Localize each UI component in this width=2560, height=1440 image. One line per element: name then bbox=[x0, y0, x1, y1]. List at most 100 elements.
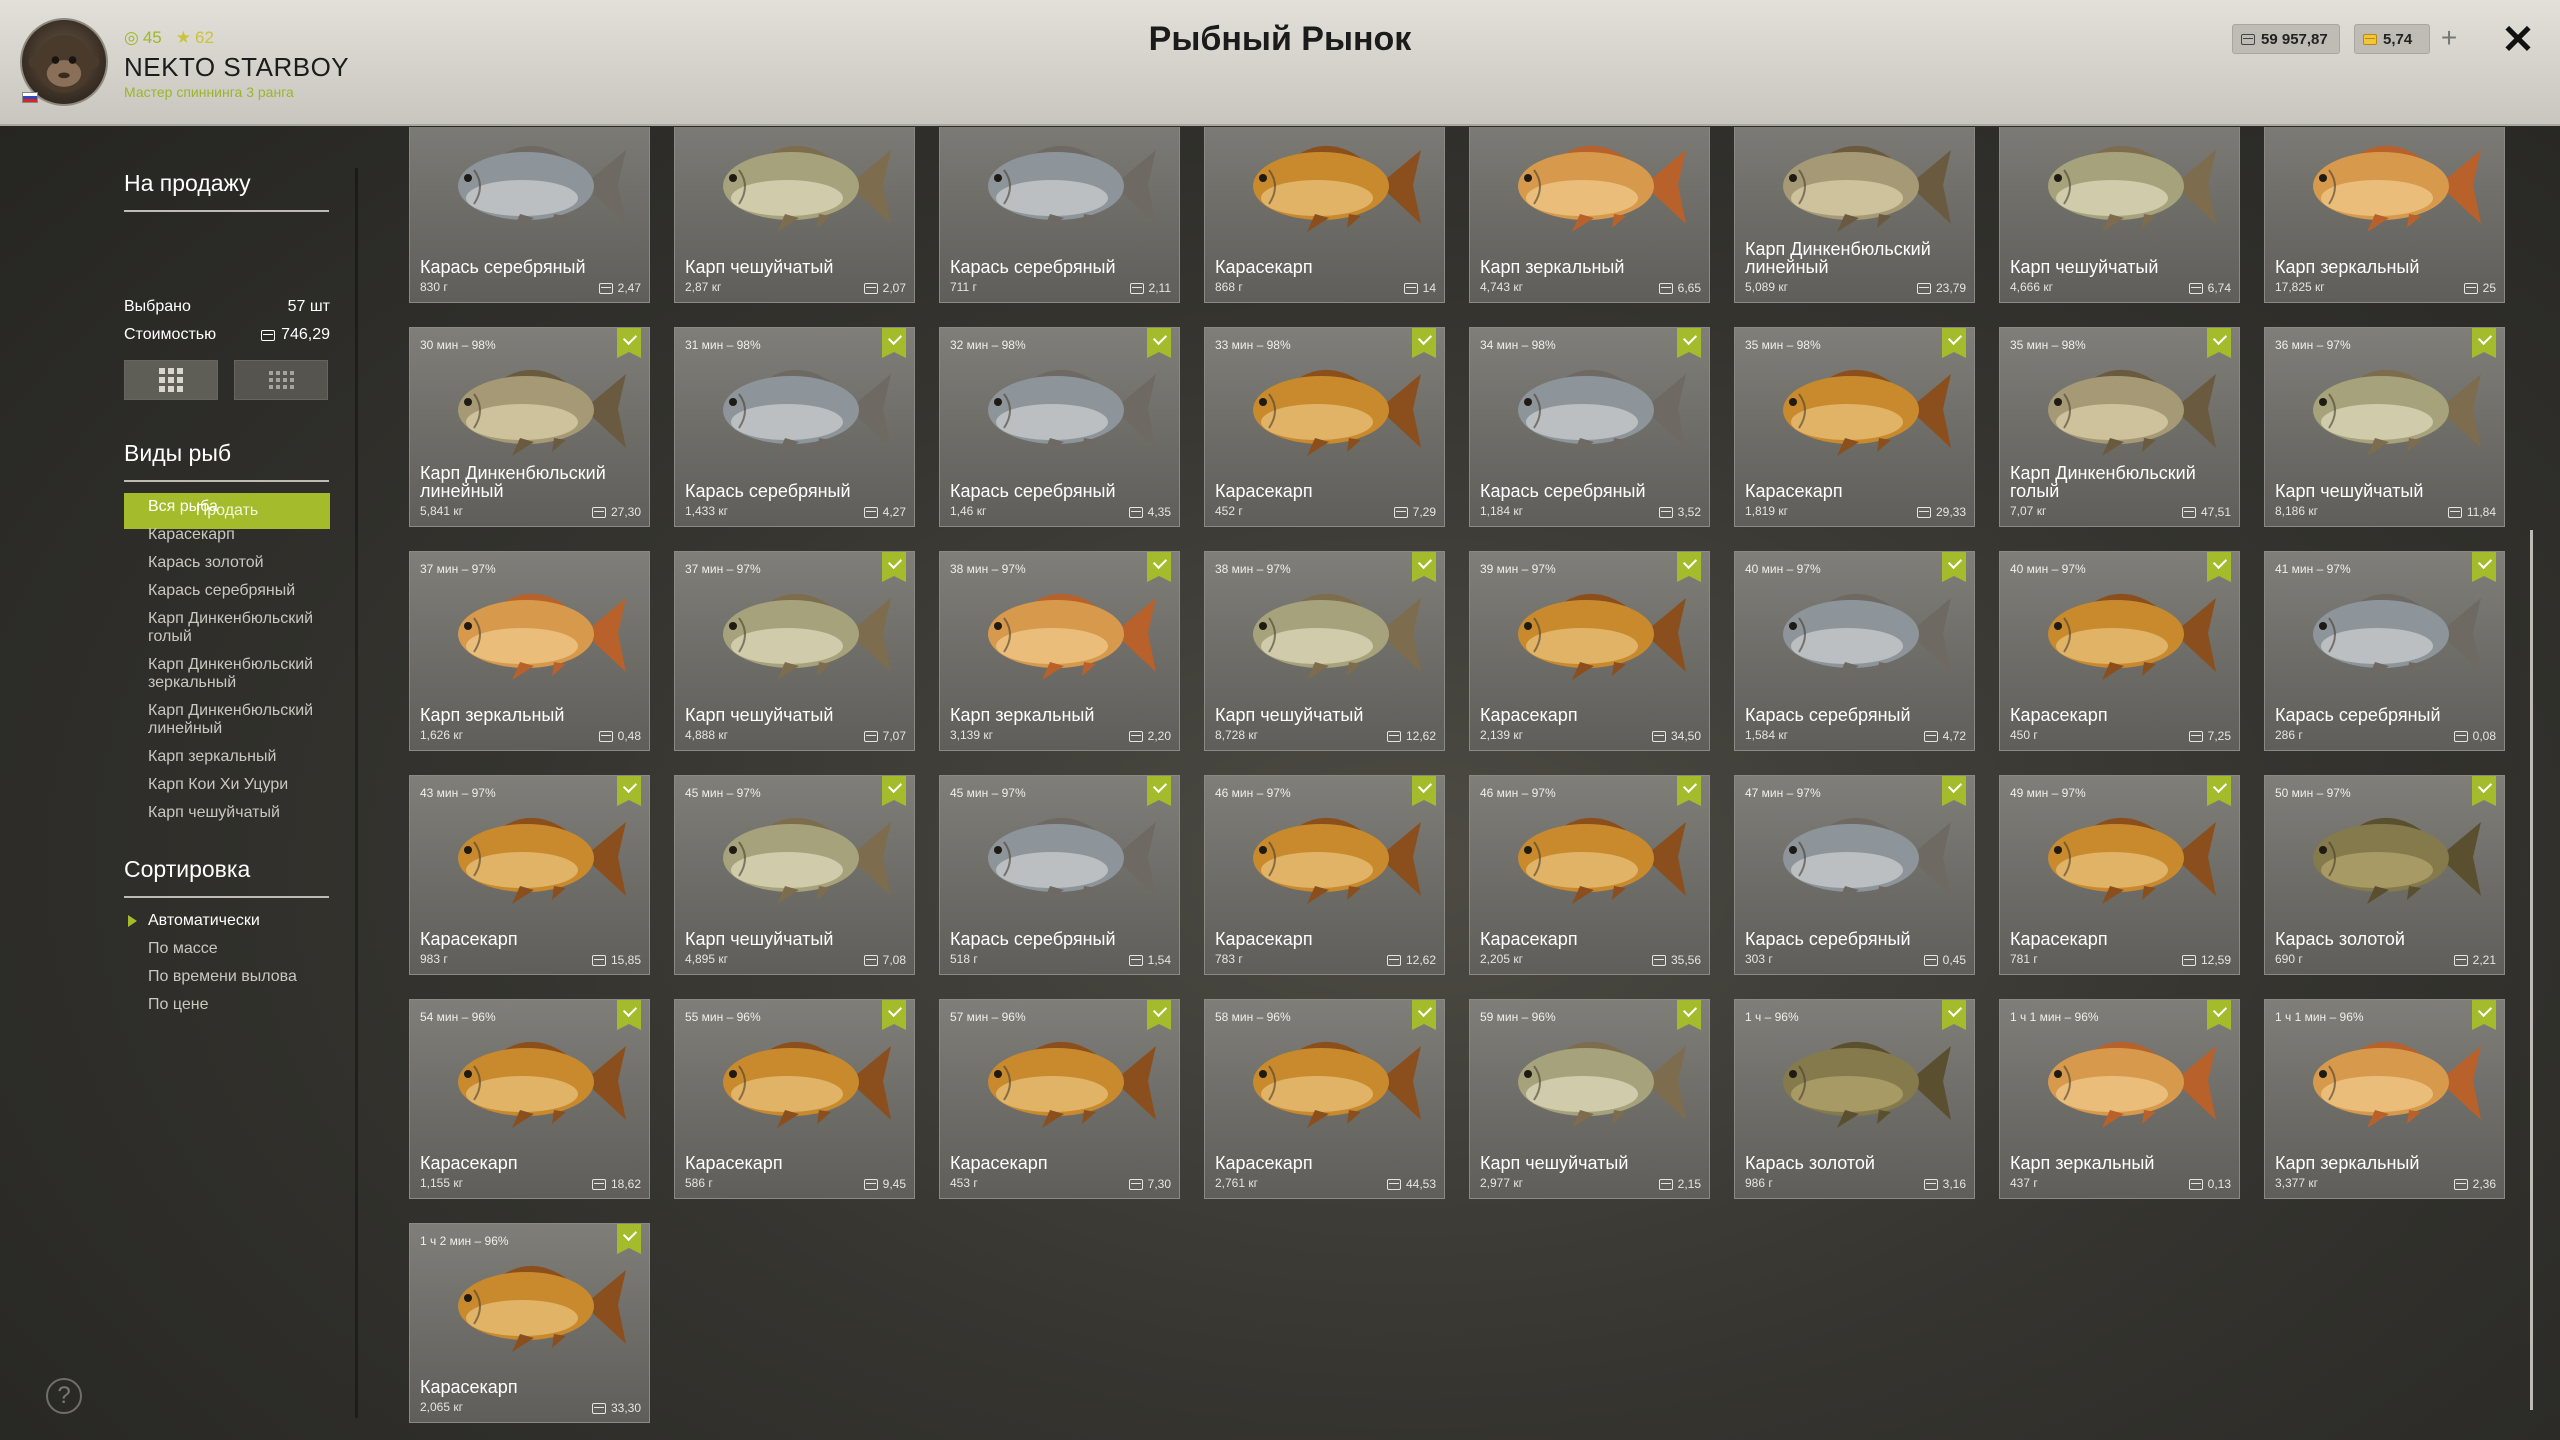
selected-check-icon[interactable] bbox=[1942, 776, 1966, 806]
filter-item[interactable]: Карп Динкенбюльский линейный bbox=[148, 702, 338, 738]
filter-item[interactable]: Карп зеркальный bbox=[148, 748, 338, 766]
selected-check-icon[interactable] bbox=[882, 328, 906, 358]
selected-check-icon[interactable] bbox=[2207, 328, 2231, 358]
sort-option[interactable]: Автоматически bbox=[128, 912, 338, 930]
selected-check-icon[interactable] bbox=[1942, 552, 1966, 582]
fish-type-filter: Вся рыба Карасекарп Карась золотой Карас… bbox=[128, 498, 338, 832]
selected-check-icon[interactable] bbox=[2472, 1000, 2496, 1030]
selected-check-icon[interactable] bbox=[1412, 1000, 1436, 1030]
filter-item[interactable]: Карась серебряный bbox=[148, 582, 338, 600]
fish-card[interactable]: 40 мин – 97% Карасекарп 450 г 7,25 bbox=[1999, 551, 2240, 751]
add-currency-button[interactable]: + bbox=[2434, 24, 2464, 54]
selected-check-icon[interactable] bbox=[1677, 328, 1701, 358]
sidebar-divider bbox=[355, 168, 358, 1418]
fish-card[interactable]: 1 ч 1 мин – 96% Карп зеркальный 437 г 0,13 bbox=[1999, 999, 2240, 1199]
sort-option[interactable]: По массе bbox=[148, 940, 338, 958]
filter-item[interactable]: Карасекарп bbox=[148, 526, 338, 544]
fish-card[interactable]: Карп Динкенбюльский линейный 5,089 кг 23,7… bbox=[1734, 127, 1975, 303]
selected-check-icon[interactable] bbox=[882, 776, 906, 806]
fish-card[interactable]: 50 мин – 97% Карась золотой 690 г 2,21 bbox=[2264, 775, 2505, 975]
fish-card[interactable]: 55 мин – 96% Карасекарп 586 г 9,45 bbox=[674, 999, 915, 1199]
fish-card[interactable]: 37 мин – 97% Карп зеркальный 1,626 кг 0,48 bbox=[409, 551, 650, 751]
fish-card[interactable]: 59 мин – 96% Карп чешуйчатый 2,977 кг 2,15 bbox=[1469, 999, 1710, 1199]
selected-check-icon[interactable] bbox=[1147, 552, 1171, 582]
fish-card[interactable]: 43 мин – 97% Карасекарп 983 г 15,85 bbox=[409, 775, 650, 975]
fish-card[interactable]: 35 мин – 98% Карасекарп 1,819 кг 29,33 bbox=[1734, 327, 1975, 527]
selected-check-icon[interactable] bbox=[1412, 552, 1436, 582]
fish-card[interactable]: 1 ч – 96% Карась золотой 986 г 3,16 bbox=[1734, 999, 1975, 1199]
selected-check-icon[interactable] bbox=[1147, 1000, 1171, 1030]
fish-card[interactable]: 41 мин – 97% Карась серебряный 286 г 0,08 bbox=[2264, 551, 2505, 751]
sort-option[interactable]: По цене bbox=[148, 996, 338, 1014]
fish-card[interactable]: 49 мин – 97% Карасекарп 781 г 12,59 bbox=[1999, 775, 2240, 975]
fish-card[interactable]: 45 мин – 97% Карп чешуйчатый 4,895 кг 7,08 bbox=[674, 775, 915, 975]
scrollbar[interactable] bbox=[2530, 530, 2533, 1410]
fish-card[interactable]: 40 мин – 97% Карась серебряный 1,584 кг 4,7… bbox=[1734, 551, 1975, 751]
selected-check-icon[interactable] bbox=[2472, 776, 2496, 806]
fish-weight: 1,433 кг bbox=[685, 504, 728, 518]
selected-check-icon[interactable] bbox=[1412, 776, 1436, 806]
fish-image bbox=[2048, 1041, 2216, 1128]
fish-card[interactable]: 46 мин – 97% Карасекарп 783 г 12,62 bbox=[1204, 775, 1445, 975]
fish-card[interactable]: 30 мин – 98% Карп Динкенбюльский линейный… bbox=[409, 327, 650, 527]
selected-check-icon[interactable] bbox=[2472, 552, 2496, 582]
filter-item[interactable]: Карп Динкенбюльский голый bbox=[148, 610, 338, 646]
silver-coin-icon bbox=[1651, 954, 1666, 966]
fish-card[interactable]: Карп зеркальный 4,743 кг 6,65 bbox=[1469, 127, 1710, 303]
selected-check-icon[interactable] bbox=[617, 1224, 641, 1254]
selected-check-icon[interactable] bbox=[2207, 1000, 2231, 1030]
fish-card[interactable]: Карась серебряный 830 г 2,47 bbox=[409, 127, 650, 303]
fish-image bbox=[2313, 817, 2481, 904]
selected-check-icon[interactable] bbox=[2472, 328, 2496, 358]
sort-option[interactable]: По времени вылова bbox=[148, 968, 338, 986]
fish-card[interactable]: 31 мин – 98% Карась серебряный 1,433 кг 4,2… bbox=[674, 327, 915, 527]
fish-card[interactable]: 47 мин – 97% Карась серебряный 303 г 0,45 bbox=[1734, 775, 1975, 975]
fish-card[interactable]: 35 мин – 98% Карп Динкенбюльский голый 7,0… bbox=[1999, 327, 2240, 527]
selected-check-icon[interactable] bbox=[1677, 776, 1701, 806]
silver-coin-icon bbox=[2181, 506, 2196, 518]
selected-check-icon[interactable] bbox=[617, 1000, 641, 1030]
small-grid-view-button[interactable] bbox=[234, 360, 328, 400]
selected-check-icon[interactable] bbox=[882, 1000, 906, 1030]
large-grid-view-button[interactable] bbox=[124, 360, 218, 400]
fish-card[interactable]: Карп чешуйчатый 2,87 кг 2,07 bbox=[674, 127, 915, 303]
filter-item[interactable]: Карп Кои Хи Уцури bbox=[148, 776, 338, 794]
filter-item[interactable]: Карась золотой bbox=[148, 554, 338, 572]
fish-card[interactable]: 57 мин – 96% Карасекарп 453 г 7,30 bbox=[939, 999, 1180, 1199]
fish-card[interactable]: 34 мин – 98% Карась серебряный 1,184 кг 3,5… bbox=[1469, 327, 1710, 527]
fish-card[interactable]: 32 мин – 98% Карась серебряный 1,46 кг 4,35 bbox=[939, 327, 1180, 527]
selected-check-icon[interactable] bbox=[1412, 328, 1436, 358]
filter-item[interactable]: Карп Динкенбюльский зеркальный bbox=[148, 656, 338, 692]
selected-check-icon[interactable] bbox=[1147, 328, 1171, 358]
selected-check-icon[interactable] bbox=[617, 328, 641, 358]
fish-card[interactable]: 1 ч 1 мин – 96% Карп зеркальный 3,377 кг 2,… bbox=[2264, 999, 2505, 1199]
fish-card[interactable]: 45 мин – 97% Карась серебряный 518 г 1,54 bbox=[939, 775, 1180, 975]
fish-card[interactable]: Карп зеркальный 17,825 кг 25 bbox=[2264, 127, 2505, 303]
fish-card[interactable]: 37 мин – 97% Карп чешуйчатый 4,888 кг 7,07 bbox=[674, 551, 915, 751]
selected-check-icon[interactable] bbox=[2207, 552, 2231, 582]
fish-card[interactable]: 39 мин – 97% Карасекарп 2,139 кг 34,50 bbox=[1469, 551, 1710, 751]
filter-item[interactable]: Вся рыба bbox=[128, 498, 338, 516]
fish-card[interactable]: 38 мин – 97% Карп чешуйчатый 8,728 кг 12,62 bbox=[1204, 551, 1445, 751]
selected-check-icon[interactable] bbox=[882, 552, 906, 582]
selected-check-icon[interactable] bbox=[617, 776, 641, 806]
fish-card[interactable]: 38 мин – 97% Карп зеркальный 3,139 кг 2,20 bbox=[939, 551, 1180, 751]
fish-card[interactable]: 46 мин – 97% Карасекарп 2,205 кг 35,56 bbox=[1469, 775, 1710, 975]
help-icon[interactable]: ? bbox=[46, 1378, 82, 1414]
fish-card[interactable]: Карасекарп 868 г 14 bbox=[1204, 127, 1445, 303]
fish-card[interactable]: 58 мин – 96% Карасекарп 2,761 кг 44,53 bbox=[1204, 999, 1445, 1199]
close-button[interactable]: ✕ bbox=[2496, 18, 2540, 62]
fish-card[interactable]: 33 мин – 98% Карасекарп 452 г 7,29 bbox=[1204, 327, 1445, 527]
fish-card[interactable]: 54 мин – 96% Карасекарп 1,155 кг 18,62 bbox=[409, 999, 650, 1199]
fish-card[interactable]: Карась серебряный 711 г 2,11 bbox=[939, 127, 1180, 303]
fish-card[interactable]: Карп чешуйчатый 4,666 кг 6,74 bbox=[1999, 127, 2240, 303]
selected-check-icon[interactable] bbox=[1677, 1000, 1701, 1030]
filter-item[interactable]: Карп чешуйчатый bbox=[148, 804, 338, 822]
fish-card[interactable]: 36 мин – 97% Карп чешуйчатый 8,186 кг 11,84 bbox=[2264, 327, 2505, 527]
selected-check-icon[interactable] bbox=[1677, 552, 1701, 582]
selected-check-icon[interactable] bbox=[1147, 776, 1171, 806]
selected-check-icon[interactable] bbox=[1942, 1000, 1966, 1030]
fish-card[interactable]: 1 ч 2 мин – 96% Карасекарп 2,065 кг 33,30 bbox=[409, 1223, 650, 1423]
selected-check-icon[interactable] bbox=[1942, 328, 1966, 358]
selected-check-icon[interactable] bbox=[2207, 776, 2231, 806]
